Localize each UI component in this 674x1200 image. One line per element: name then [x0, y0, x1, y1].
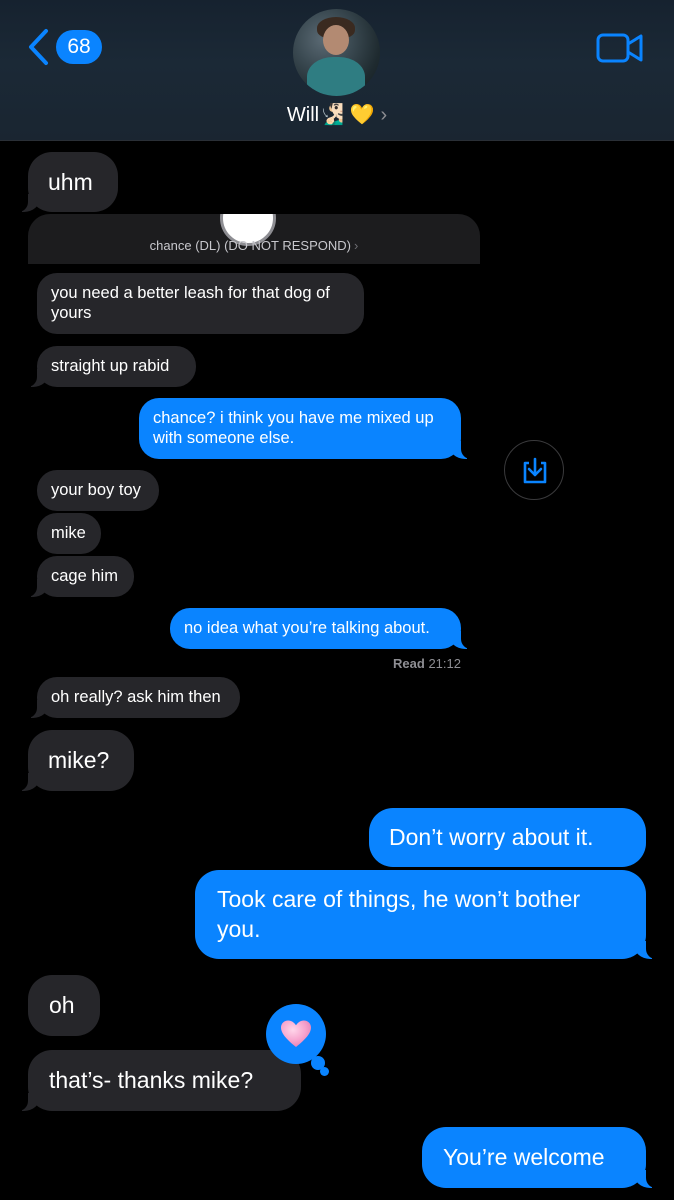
reply-context-label: chance (DL) (DO NOT RESPOND): [149, 238, 351, 253]
contact-avatar[interactable]: [293, 9, 380, 96]
message-bubble-incoming[interactable]: oh: [28, 975, 100, 1036]
unread-count-badge: 68: [56, 30, 102, 64]
message-bubble-incoming[interactable]: your boy toy: [37, 470, 159, 511]
conversation-header: 68 Will🧏🏻‍♂️ 💛 ›: [0, 0, 674, 141]
message-bubble-outgoing[interactable]: no idea what you’re talking about.: [170, 608, 475, 649]
save-attachment-button[interactable]: [504, 440, 564, 500]
download-icon: [523, 457, 547, 484]
message-bubble-outgoing[interactable]: Took care of things, he won’t bother you…: [195, 870, 660, 959]
message-bubble-outgoing[interactable]: You’re welcome: [422, 1127, 660, 1188]
message-bubble-outgoing[interactable]: chance? i think you have me mixed up wit…: [139, 398, 475, 459]
message-bubble-incoming[interactable]: oh really? ask him then: [23, 677, 240, 718]
chevron-right-icon: ›: [380, 104, 388, 126]
video-camera-icon: [596, 33, 643, 63]
message-bubble-incoming[interactable]: cage him: [23, 556, 134, 597]
video-call-button[interactable]: [596, 32, 644, 69]
reply-context-card[interactable]: chance (DL) (DO NOT RESPOND) ›: [28, 214, 480, 264]
back-button[interactable]: 68: [26, 28, 102, 66]
contact-name: Will🧏🏻‍♂️ 💛: [286, 104, 375, 126]
pink-heart-icon: [281, 1020, 311, 1047]
message-bubble-incoming[interactable]: straight up rabid: [23, 346, 196, 387]
read-label: Read: [393, 656, 425, 671]
message-bubble-incoming[interactable]: you need a better leash for that dog of …: [37, 273, 364, 334]
message-bubble-incoming[interactable]: mike: [37, 513, 101, 554]
contact-name-button[interactable]: Will🧏🏻‍♂️ 💛 ›: [0, 102, 674, 127]
message-bubble-outgoing[interactable]: Don’t worry about it.: [369, 808, 646, 867]
read-time: 21:12: [428, 656, 461, 671]
message-bubble-incoming[interactable]: uhm: [14, 152, 118, 212]
tapback-reaction[interactable]: [266, 1004, 329, 1076]
read-receipt: Read 21:12: [360, 656, 461, 671]
message-bubble-incoming[interactable]: that’s- thanks mike?: [14, 1050, 301, 1111]
message-bubble-incoming[interactable]: mike?: [14, 730, 134, 791]
chevron-right-icon: ›: [353, 238, 359, 253]
chevron-left-icon: [29, 29, 48, 65]
